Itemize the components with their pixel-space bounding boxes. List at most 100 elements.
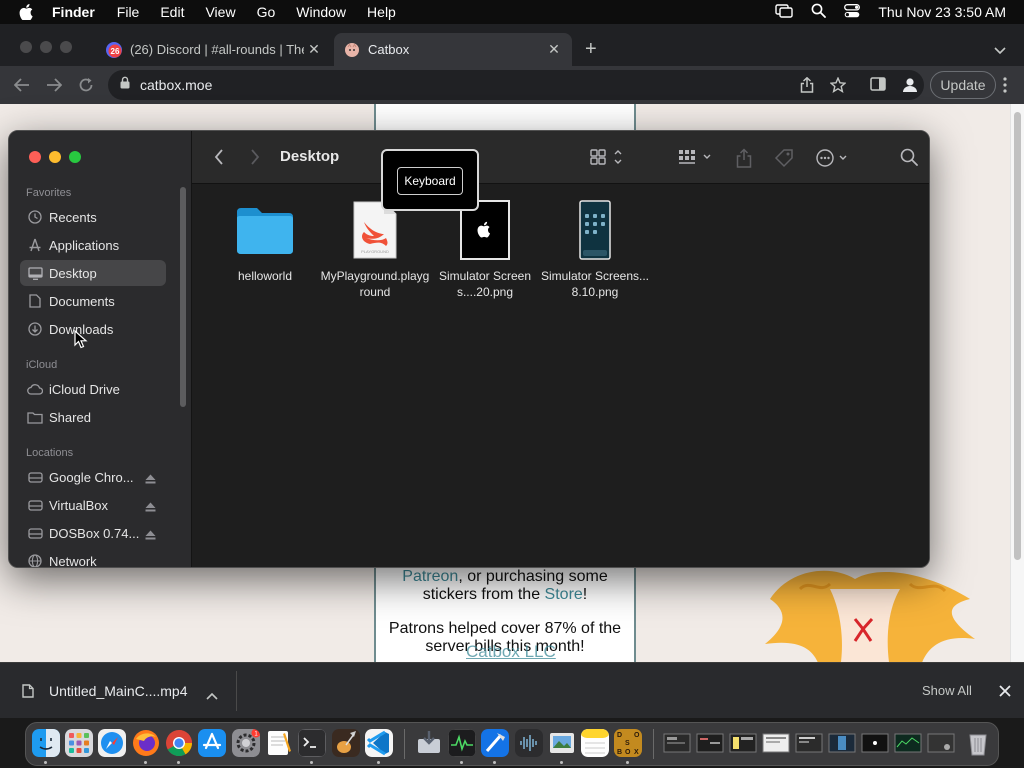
sidebar-item-recents[interactable]: Recents bbox=[20, 204, 166, 230]
dock-minimized-window-1[interactable] bbox=[663, 729, 691, 757]
eject-icon[interactable] bbox=[145, 528, 156, 543]
dock-dosbox-icon[interactable]: D OSB O X bbox=[614, 729, 642, 757]
screen-mirroring-icon[interactable] bbox=[775, 3, 794, 21]
file-item-simulator-screenshot-2[interactable]: Simulator Screens...8.10.png bbox=[540, 198, 650, 300]
finder-minimize-button[interactable] bbox=[49, 151, 61, 163]
tag-icon[interactable] bbox=[774, 148, 794, 168]
menu-clock[interactable]: Thu Nov 23 3:50 AM bbox=[878, 4, 1006, 20]
dock-minimized-window-7[interactable] bbox=[861, 729, 889, 757]
dock-safari-icon[interactable] bbox=[98, 729, 126, 757]
menu-window[interactable]: Window bbox=[296, 4, 346, 20]
address-bar[interactable]: catbox.moe bbox=[108, 70, 924, 100]
finder-forward-chevron-icon[interactable] bbox=[250, 148, 260, 166]
menu-edit[interactable]: Edit bbox=[160, 4, 184, 20]
dock-notes-icon[interactable] bbox=[581, 729, 609, 757]
dock-audio-waveform-icon[interactable] bbox=[515, 729, 543, 757]
finder-close-button[interactable] bbox=[29, 151, 41, 163]
menu-view[interactable]: View bbox=[205, 4, 235, 20]
finder-search-icon[interactable] bbox=[900, 148, 918, 166]
dock-garageband-icon[interactable] bbox=[332, 729, 360, 757]
dock-firefox-icon[interactable] bbox=[132, 729, 160, 757]
patreon-link[interactable]: Patreon bbox=[402, 568, 458, 585]
icon-view-grid-icon[interactable] bbox=[590, 148, 626, 166]
lock-icon[interactable] bbox=[120, 76, 130, 94]
sidebar-item-applications[interactable]: Applications bbox=[20, 232, 166, 258]
tab-discord[interactable]: 26 (26) Discord | #all-rounds | The ✕ bbox=[96, 33, 332, 66]
store-link[interactable]: Store bbox=[545, 586, 583, 603]
dock-minimized-window-6[interactable] bbox=[828, 729, 856, 757]
dock-system-settings-icon[interactable]: 1 bbox=[232, 729, 260, 757]
dock-minimized-window-9[interactable] bbox=[927, 729, 955, 757]
new-tab-plus-icon[interactable]: + bbox=[585, 39, 597, 59]
dock-vscode-icon[interactable] bbox=[365, 729, 393, 757]
finder-share-icon[interactable] bbox=[736, 148, 752, 168]
download-bar-close-icon[interactable] bbox=[999, 684, 1011, 702]
spotlight-search-icon[interactable] bbox=[811, 3, 827, 21]
finder-zoom-button[interactable] bbox=[69, 151, 81, 163]
sidebar-item-icloud-drive[interactable]: iCloud Drive bbox=[20, 376, 166, 402]
group-by-icon[interactable] bbox=[678, 148, 714, 166]
tab-search-chevron-icon[interactable] bbox=[994, 42, 1006, 60]
dock-installer-icon[interactable] bbox=[415, 729, 443, 757]
dock-activity-monitor-icon[interactable] bbox=[448, 729, 476, 757]
share-icon[interactable] bbox=[800, 76, 814, 98]
update-button[interactable]: Update bbox=[930, 71, 996, 99]
dock-minimized-window-3[interactable] bbox=[729, 729, 757, 757]
dock-textedit-icon[interactable] bbox=[265, 729, 293, 757]
dock-chrome-icon[interactable] bbox=[165, 729, 193, 757]
more-actions-ellipsis-icon[interactable] bbox=[816, 148, 850, 168]
download-file-name[interactable]: Untitled_MainC....mp4 bbox=[49, 683, 188, 699]
sidebar-item-shared[interactable]: Shared bbox=[20, 404, 166, 430]
apple-menu-icon[interactable] bbox=[18, 0, 34, 24]
file-item-simulator-screenshot-1[interactable]: Simulator Screens....20.png bbox=[430, 198, 540, 300]
dock-app-store-icon[interactable] bbox=[198, 729, 226, 757]
dock-minimized-window-5[interactable] bbox=[795, 729, 823, 757]
reload-icon[interactable] bbox=[76, 75, 96, 95]
sidebar-item-dosbox-volume[interactable]: DOSBox 0.74... bbox=[20, 520, 166, 546]
finder-back-chevron-icon[interactable] bbox=[214, 148, 224, 166]
browser-zoom-dot[interactable] bbox=[60, 41, 72, 53]
tab-close-icon[interactable]: ✕ bbox=[304, 41, 324, 58]
browser-minimize-dot[interactable] bbox=[40, 41, 52, 53]
file-item-helloworld[interactable]: helloworld bbox=[210, 198, 320, 284]
dock-launchpad-icon[interactable] bbox=[65, 729, 93, 757]
file-item-myplayground[interactable]: PLAYGROUND MyPlayground.playground bbox=[320, 198, 430, 300]
control-center-icon[interactable] bbox=[844, 3, 861, 21]
catbox-llc-link[interactable]: Catbox LLC bbox=[466, 642, 556, 662]
browser-close-dot[interactable] bbox=[20, 41, 32, 53]
dock-preview-icon[interactable] bbox=[548, 729, 576, 757]
sidebar-item-network[interactable]: Network bbox=[20, 548, 166, 567]
menu-help[interactable]: Help bbox=[367, 4, 396, 20]
eject-icon[interactable] bbox=[145, 500, 156, 515]
sidebar-item-documents[interactable]: Documents bbox=[20, 288, 166, 314]
sidebar-item-google-chrome-volume[interactable]: Google Chro... bbox=[20, 464, 166, 490]
dock-minimized-window-4[interactable] bbox=[762, 729, 790, 757]
sidebar-scrollbar[interactable] bbox=[180, 187, 186, 407]
keyboard-tooltip-label: Keyboard bbox=[397, 167, 463, 195]
browser-menu-kebab-icon[interactable] bbox=[1003, 77, 1007, 98]
sidebar-item-downloads[interactable]: Downloads bbox=[20, 316, 166, 342]
page-scrollbar[interactable] bbox=[1010, 104, 1024, 662]
dock-terminal-icon[interactable] bbox=[298, 729, 326, 757]
dock-trash-icon[interactable] bbox=[964, 729, 992, 757]
show-all-downloads-button[interactable]: Show All bbox=[922, 683, 972, 698]
profile-avatar-icon[interactable] bbox=[901, 76, 919, 99]
tab-close-icon[interactable]: ✕ bbox=[544, 41, 564, 58]
forward-arrow-icon[interactable] bbox=[44, 75, 64, 95]
menu-file[interactable]: File bbox=[117, 4, 140, 20]
dock-finder-icon[interactable] bbox=[32, 729, 60, 757]
sidebar-item-desktop[interactable]: Desktop bbox=[20, 260, 166, 286]
download-options-chevron-icon[interactable] bbox=[206, 687, 218, 705]
side-panel-icon[interactable] bbox=[870, 77, 886, 96]
dock-minimized-window-2[interactable] bbox=[696, 729, 724, 757]
back-arrow-icon[interactable] bbox=[12, 75, 32, 95]
tab-catbox[interactable]: Catbox ✕ bbox=[334, 33, 572, 66]
eject-icon[interactable] bbox=[145, 472, 156, 487]
sidebar-item-virtualbox-volume[interactable]: VirtualBox bbox=[20, 492, 166, 518]
page-scrollbar-thumb[interactable] bbox=[1014, 112, 1021, 560]
dock-xcode-icon[interactable] bbox=[481, 729, 509, 757]
menu-app-name[interactable]: Finder bbox=[52, 4, 95, 20]
bookmark-star-icon[interactable] bbox=[829, 76, 847, 98]
menu-go[interactable]: Go bbox=[257, 4, 276, 20]
dock-minimized-window-8[interactable] bbox=[894, 729, 922, 757]
